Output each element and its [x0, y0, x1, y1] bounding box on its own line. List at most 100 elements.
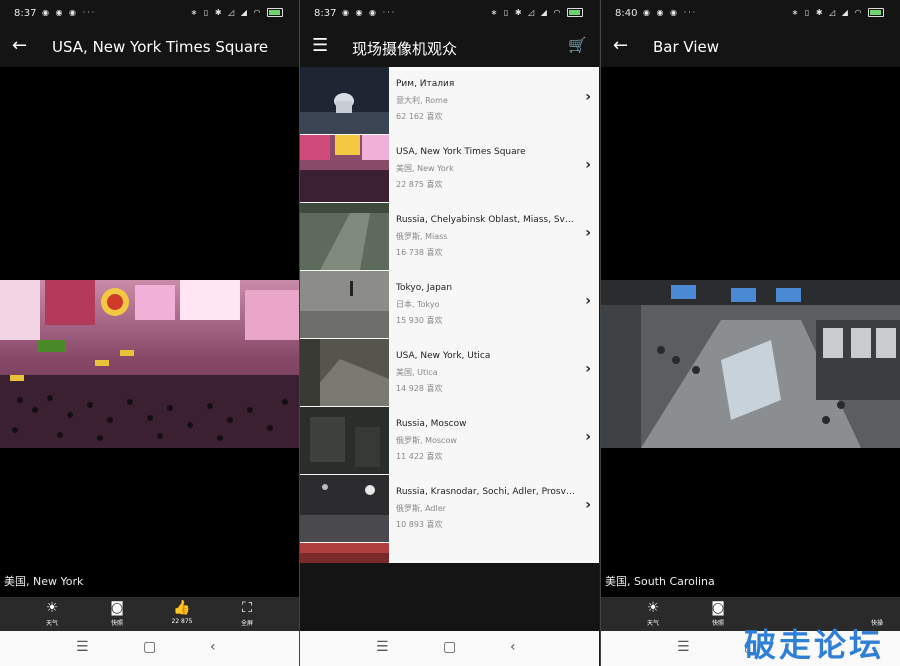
bar-video-image	[601, 280, 900, 448]
camera-location: 美国, New York	[4, 575, 84, 588]
list-item[interactable]	[300, 543, 599, 563]
status-time: 8:37	[314, 8, 337, 19]
back-icon[interactable]: ‹	[210, 639, 216, 655]
item-likes: 15 930 喜欢	[396, 316, 443, 325]
chevron-right-icon: ›	[585, 157, 591, 173]
list-item[interactable]: Russia, Moscow 俄罗斯, Moscow 11 422 喜欢 ›	[300, 407, 599, 476]
app-bar: ← USA, New York Times Square	[0, 28, 299, 66]
camera-list: Рим, Италия 意大利, Rome 62 162 喜欢 › USA, N…	[300, 67, 599, 563]
chevron-right-icon: ›	[585, 89, 591, 105]
status-time: 8:37	[14, 8, 37, 19]
recent-apps-icon[interactable]: ☰	[677, 639, 690, 655]
empty-area	[300, 563, 599, 631]
thumbnail-times-square	[300, 135, 389, 202]
list-item[interactable]: USA, New York Times Square 美国, New York …	[300, 135, 599, 204]
item-title: Russia, Moscow	[396, 419, 467, 429]
item-title: USA, New York Times Square	[396, 147, 526, 157]
system-icons: ∗ ▯ ✱ ◿ ◢ ◠	[191, 8, 283, 17]
snapshot-label: 快照	[711, 620, 724, 627]
item-likes: 16 738 喜欢	[396, 248, 443, 257]
home-icon[interactable]: ▢	[443, 639, 456, 655]
chevron-right-icon: ›	[585, 225, 591, 241]
item-location: 俄罗斯, Miass	[396, 232, 448, 241]
cart-icon[interactable]: 🛒	[568, 36, 587, 54]
page-title: 现场摄像机观众	[352, 40, 458, 58]
item-title: Tokyo, Japan	[396, 283, 453, 293]
fullscreen-icon: ⛶	[242, 600, 252, 616]
menu-icon[interactable]: ☰	[312, 35, 328, 56]
system-icons: ∗ ▯ ✱ ◿ ◢ ◠	[491, 8, 583, 17]
times-square-video-image	[0, 280, 299, 448]
thumbnail-utica	[300, 339, 389, 406]
camera-video-frame[interactable]	[601, 280, 900, 448]
fullscreen-icon	[857, 600, 897, 616]
item-location: 美国, New York	[396, 164, 454, 173]
status-bar: 8:40 ◉ ◉ ◉ ··· ∗ ▯ ✱ ◿ ◢ ◠	[601, 0, 900, 28]
battery-icon	[868, 8, 884, 17]
chevron-right-icon: ›	[585, 361, 591, 377]
thumbnail-rome	[300, 67, 389, 134]
item-likes: 22 875 喜欢	[396, 180, 443, 189]
camera-location: 美国, South Carolina	[605, 575, 715, 588]
thumbnail-moscow	[300, 407, 389, 474]
status-bar: 8:37 ◉ ◉ ◉ ··· ∗ ▯ ✱ ◿ ◢ ◠	[0, 0, 299, 28]
item-location: 日本, Tokyo	[396, 300, 440, 309]
item-likes: 10 893 喜欢	[396, 520, 443, 529]
sun-icon: ☀	[45, 600, 59, 616]
camera-icon: ◙	[110, 600, 124, 616]
page-title: Bar View	[653, 38, 720, 56]
weather-label: 天气	[646, 620, 659, 627]
thumbnail-adler	[300, 475, 389, 542]
battery-icon	[567, 8, 583, 17]
sun-icon: ☀	[646, 600, 660, 616]
camera-video-frame[interactable]	[0, 280, 299, 448]
control-bar: ☀ 天气 ◙ 快照 👍 22 875 ⛶ 全屏	[0, 597, 299, 631]
fullscreen-button[interactable]: ⛶ 全屏	[227, 600, 267, 627]
list-item[interactable]: USA, New York, Utica 美国, Utica 14 928 喜欢…	[300, 339, 599, 408]
video-player[interactable]: 美国, South Carolina	[601, 67, 900, 597]
like-button[interactable]: 👍 22 875	[162, 600, 202, 625]
home-icon[interactable]: ▢	[143, 639, 156, 655]
item-location: 俄罗斯, Adler	[396, 504, 446, 513]
item-location: 意大利, Rome	[396, 96, 448, 105]
system-icons: ∗ ▯ ✱ ◿ ◢ ◠	[792, 8, 884, 17]
system-nav-bar: ☰ ▢ ‹	[300, 631, 599, 666]
camera-icon: ◙	[711, 600, 725, 616]
thumbnail-miass	[300, 203, 389, 270]
item-location: 美国, Utica	[396, 368, 438, 377]
item-likes: 14 928 喜欢	[396, 384, 443, 393]
list-item[interactable]: Рим, Италия 意大利, Rome 62 162 喜欢 ›	[300, 67, 599, 136]
list-item[interactable]: Russia, Krasnodar, Sochi, Adler, Prosve.…	[300, 475, 599, 544]
camera-view-panel-bar: 8:40 ◉ ◉ ◉ ··· ∗ ▯ ✱ ◿ ◢ ◠ ← Bar View 美国…	[601, 0, 900, 666]
status-bar: 8:37 ◉ ◉ ◉ ··· ∗ ▯ ✱ ◿ ◢ ◠	[300, 0, 599, 28]
list-item[interactable]: Russia, Chelyabinsk Oblast, Miass, Sve..…	[300, 203, 599, 272]
back-arrow-icon[interactable]: ←	[12, 35, 27, 56]
snapshot-button[interactable]: ◙ 快照	[698, 600, 738, 627]
back-arrow-icon[interactable]: ←	[613, 35, 628, 56]
page-title: USA, New York Times Square	[52, 38, 269, 56]
video-player[interactable]: 美国, New York	[0, 67, 299, 597]
list-item[interactable]: Tokyo, Japan 日本, Tokyo 15 930 喜欢 ›	[300, 271, 599, 340]
thumbs-up-icon: 👍	[173, 600, 191, 616]
battery-icon	[267, 8, 283, 17]
notification-icons: ◉ ◉ ◉ ···	[42, 8, 97, 17]
weather-button[interactable]: ☀ 天气	[633, 600, 673, 627]
thumbnail-partial	[300, 543, 389, 563]
item-likes: 11 422 喜欢	[396, 452, 443, 461]
app-bar: ← Bar View	[601, 28, 900, 66]
like-count: 22 875	[171, 618, 193, 625]
back-icon[interactable]: ‹	[510, 639, 516, 655]
item-likes: 62 162 喜欢	[396, 112, 443, 121]
item-title: USA, New York, Utica	[396, 351, 491, 361]
recent-apps-icon[interactable]: ☰	[376, 639, 389, 655]
snapshot-label: 快照	[110, 620, 123, 627]
snapshot-button[interactable]: ◙ 快照	[97, 600, 137, 627]
chevron-right-icon: ›	[585, 497, 591, 513]
recent-apps-icon[interactable]: ☰	[76, 639, 89, 655]
item-title: Russia, Krasnodar, Sochi, Adler, Prosve.…	[396, 487, 576, 497]
camera-view-panel-times-square: 8:37 ◉ ◉ ◉ ··· ∗ ▯ ✱ ◿ ◢ ◠ ← USA, New Yo…	[0, 0, 299, 666]
weather-button[interactable]: ☀ 天气	[32, 600, 72, 627]
notification-icons: ◉ ◉ ◉ ···	[342, 8, 397, 17]
item-location: 俄罗斯, Moscow	[396, 436, 457, 445]
chevron-right-icon: ›	[585, 293, 591, 309]
